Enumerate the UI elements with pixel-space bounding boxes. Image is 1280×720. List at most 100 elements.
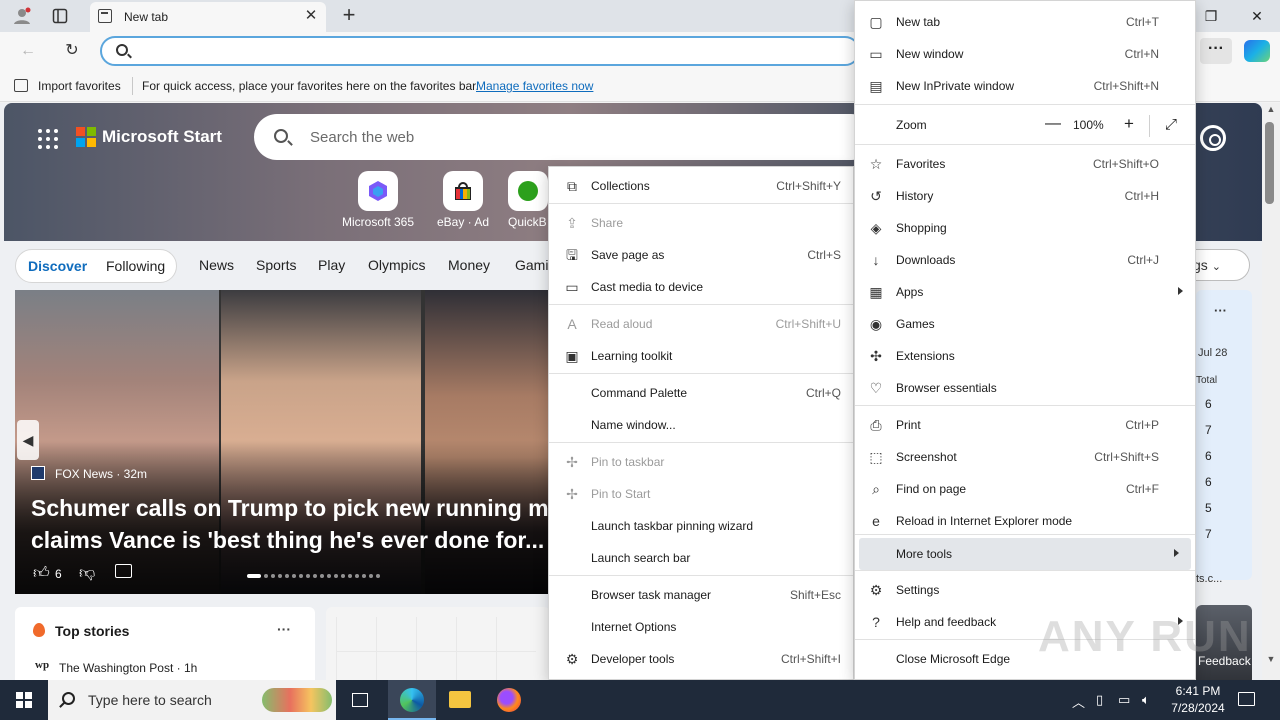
taskbar-firefox[interactable] (484, 680, 532, 720)
carousel-pager-dot[interactable] (247, 574, 261, 578)
close-tab-icon[interactable]: ✕ (302, 7, 320, 25)
carousel-previous-icon[interactable]: ◀ (17, 420, 39, 460)
menu-item-save-page-as[interactable]: 🖫︎ Save page as Ctrl+S (549, 239, 853, 271)
quick-link-ebay[interactable]: eBay · Ad (423, 171, 503, 229)
menu-item-name-window[interactable]: Name window... (549, 409, 853, 441)
zoom-out-button[interactable]: — (1043, 115, 1063, 133)
category-news[interactable]: News (199, 257, 234, 273)
menu-item-reload-in-internet-explorer-mode[interactable]: e Reload in Internet Explorer mode (855, 505, 1195, 537)
top-story-source[interactable]: The Washington Post · 1h (59, 661, 197, 675)
volume-icon[interactable]: 🔈︎ (1142, 692, 1150, 708)
menu-item-history[interactable]: ↺ History Ctrl+H (855, 180, 1195, 212)
menu-item-launch-search-bar[interactable]: Launch search bar (549, 542, 853, 574)
quick-link-microsoft-365[interactable]: Microsoft 365 (338, 171, 418, 229)
menu-item-internet-options[interactable]: Internet Options (549, 611, 853, 643)
menu-item-downloads[interactable]: ↓ Downloads Ctrl+J (855, 244, 1195, 276)
close-window-icon[interactable]: ✕ (1234, 0, 1280, 32)
carousel-pager-dot[interactable] (271, 574, 275, 578)
thumbs-up-icon[interactable]: 👍︎ (33, 564, 50, 583)
menu-item-new-inprivate-window[interactable]: ▤ New InPrivate window Ctrl+Shift+N (855, 70, 1195, 102)
menu-item-new-tab[interactable]: ▢ New tab Ctrl+T (855, 6, 1195, 38)
tab-following[interactable]: Following (106, 258, 165, 274)
carousel-pager-dot[interactable] (348, 574, 352, 578)
comment-icon[interactable] (115, 564, 132, 578)
scroll-down-icon[interactable]: ▼ (1262, 654, 1280, 668)
menu-item-learning-toolkit[interactable]: ▣ Learning toolkit (549, 340, 853, 372)
start-button[interactable] (0, 680, 48, 720)
zoom-in-button[interactable]: + (1119, 114, 1139, 134)
copilot-icon[interactable] (1244, 40, 1270, 62)
menu-item-browser-essentials[interactable]: ♡ Browser essentials (855, 372, 1195, 404)
category-money[interactable]: Money (448, 257, 490, 273)
carousel-pager-dot[interactable] (292, 574, 296, 578)
menu-item-browser-task-manager[interactable]: Browser task manager Shift+Esc (549, 579, 853, 611)
menu-item-screenshot[interactable]: ⬚ Screenshot Ctrl+Shift+S (855, 441, 1195, 473)
menu-item-find-on-page[interactable]: ⌕ Find on page Ctrl+F (855, 473, 1195, 505)
menu-item-more-tools[interactable]: More tools (859, 538, 1191, 570)
menu-item-settings[interactable]: ⚙︎ Settings (855, 574, 1195, 606)
puzzle-card[interactable] (326, 607, 550, 680)
manage-favorites-link[interactable]: Manage favorites now (476, 79, 593, 93)
menu-item-collections[interactable]: ⧉ Collections Ctrl+Shift+Y (549, 170, 853, 202)
carousel-pager-dot[interactable] (299, 574, 303, 578)
network-icon[interactable]: ▭ (1118, 692, 1130, 708)
taskbar-search-box[interactable]: Type here to search (48, 680, 336, 720)
menu-item-developer-tools[interactable]: ⚙︎ Developer tools Ctrl+Shift+I (549, 643, 853, 675)
carousel-pager-dot[interactable] (362, 574, 366, 578)
brand-title[interactable]: Microsoft Start (102, 127, 222, 147)
page-settings-gear-icon[interactable] (1200, 125, 1226, 151)
menu-item-shopping[interactable]: ◈ Shopping (855, 212, 1195, 244)
fullscreen-icon[interactable]: ⤢ (1165, 116, 1177, 133)
carousel-pager-dot[interactable] (264, 574, 268, 578)
menu-item-cast-media-to-device[interactable]: ▭ Cast media to device (549, 271, 853, 303)
category-play[interactable]: Play (318, 257, 345, 273)
carousel-pager-dot[interactable] (320, 574, 324, 578)
carousel-pager-dot[interactable] (355, 574, 359, 578)
carousel-pager-dot[interactable] (313, 574, 317, 578)
notifications-icon[interactable] (1238, 692, 1255, 706)
carousel-pager-dot[interactable] (341, 574, 345, 578)
menu-item-games[interactable]: ◉ Games (855, 308, 1195, 340)
menu-item-new-window[interactable]: ▭ New window Ctrl+N (855, 38, 1195, 70)
more-options-icon[interactable]: ··· (1214, 303, 1227, 318)
refresh-icon[interactable]: ↻ (58, 38, 86, 64)
menu-item-apps[interactable]: ▦ Apps (855, 276, 1195, 308)
clock-date[interactable]: 7/28/2024 (1166, 701, 1230, 715)
menu-item-launch-taskbar-pinning-wizard[interactable]: Launch taskbar pinning wizard (549, 510, 853, 542)
carousel-pager-dot[interactable] (376, 574, 380, 578)
category-olympics[interactable]: Olympics (368, 257, 426, 273)
tab-discover[interactable]: Discover (28, 258, 87, 274)
menu-item-extensions[interactable]: ✣ Extensions (855, 340, 1195, 372)
carousel-pager-dot[interactable] (285, 574, 289, 578)
news-carousel[interactable]: ◀ FOX News · 32m Schumer calls on Trump … (15, 290, 550, 594)
carousel-pager-dot[interactable] (369, 574, 373, 578)
tab-actions-icon[interactable] (46, 4, 74, 28)
menu-item-favorites[interactable]: ☆ Favorites Ctrl+Shift+O (855, 148, 1195, 180)
taskbar-file-explorer[interactable] (436, 680, 484, 720)
taskbar-edge[interactable] (388, 680, 436, 720)
side-card-link[interactable]: ts.c... (1196, 573, 1222, 585)
tab-new-tab[interactable]: New tab ✕ (90, 2, 326, 32)
show-hidden-icons-chevron-icon[interactable]: ︿ (1072, 692, 1085, 711)
carousel-pager-dot[interactable] (334, 574, 338, 578)
thumbs-down-icon[interactable]: 👎︎ (79, 564, 95, 583)
profile-icon[interactable] (8, 4, 36, 28)
menu-item-print[interactable]: ⎙ Print Ctrl+P (855, 409, 1195, 441)
new-tab-button[interactable]: + (336, 4, 362, 28)
carousel-pager-dot[interactable] (327, 574, 331, 578)
import-favorites-button[interactable]: Import favorites (38, 79, 121, 93)
carousel-headline[interactable]: Schumer calls on Trump to pick new runni… (31, 492, 550, 556)
category-sports[interactable]: Sports (256, 257, 296, 273)
scrollbar-thumb[interactable] (1265, 122, 1274, 204)
menu-item-command-palette[interactable]: Command Palette Ctrl+Q (549, 377, 853, 409)
scroll-up-icon[interactable]: ▲ (1262, 104, 1280, 118)
task-view-button[interactable] (336, 680, 384, 720)
quick-link-quickbooks[interactable]: QuickB (496, 171, 548, 229)
web-search-input[interactable]: Search the web (254, 114, 874, 160)
carousel-pager-dot[interactable] (306, 574, 310, 578)
category-gaming[interactable]: Gami (515, 257, 548, 273)
device-icon[interactable]: ▯ (1096, 692, 1103, 708)
carousel-pager[interactable] (247, 572, 399, 580)
back-arrow-icon[interactable]: ← (14, 38, 42, 64)
settings-and-more-button[interactable]: ··· (1200, 38, 1232, 64)
